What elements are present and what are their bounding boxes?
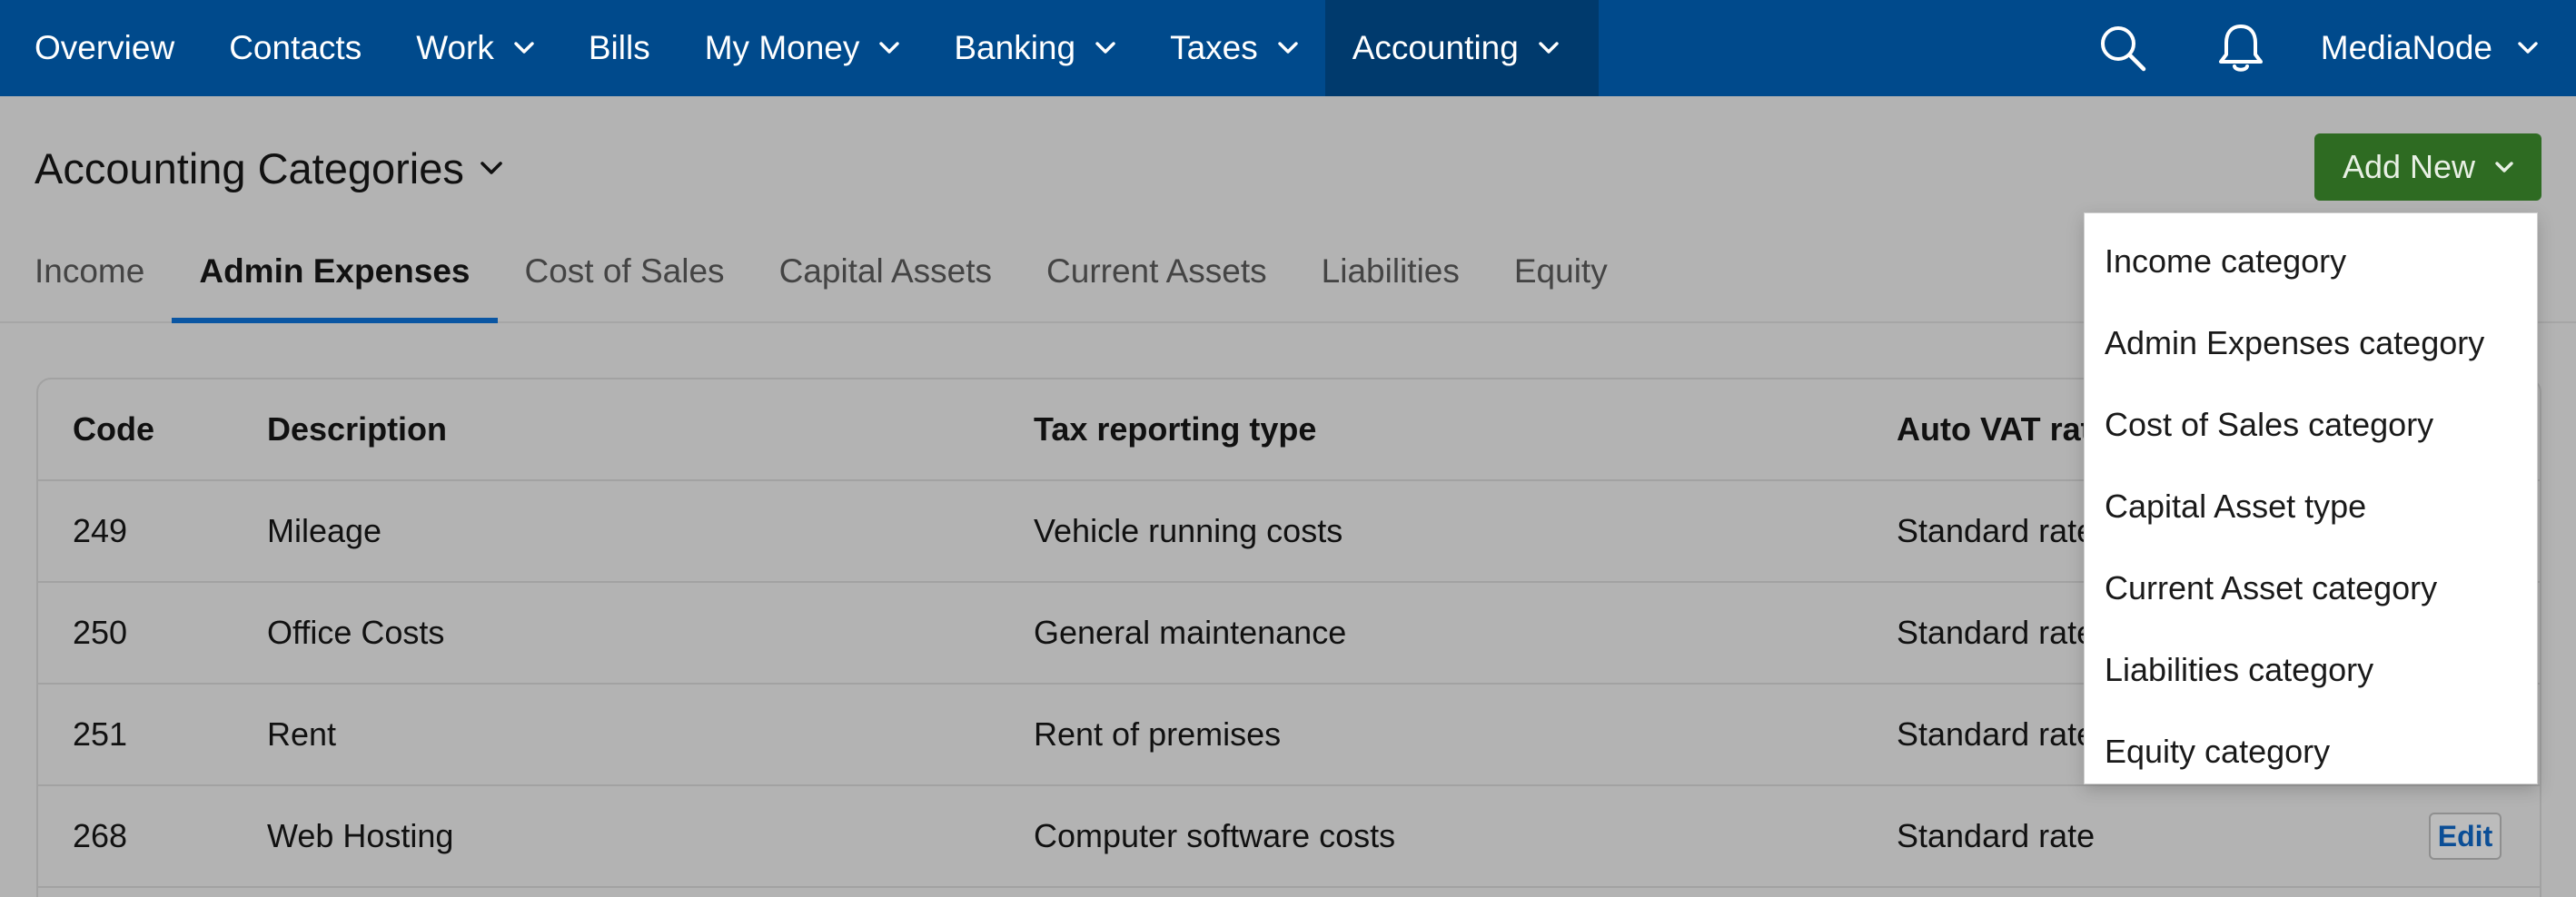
bell-icon [2218,25,2263,72]
nav-item-bills[interactable]: Bills [561,0,678,96]
tab-capital-assets[interactable]: Capital Assets [752,218,1019,321]
nav-label: Work [416,29,494,66]
chevron-down-icon [1278,42,1298,54]
chevron-down-icon [481,161,502,174]
add-new-button[interactable]: Add New [2314,133,2541,201]
cell-tax-reporting-type: Computer software costs [1034,817,1396,854]
nav-item-taxes[interactable]: Taxes [1143,0,1325,96]
tab-income[interactable]: Income [7,218,172,321]
tab-liabilities[interactable]: Liabilities [1294,218,1487,321]
column-header-description[interactable]: Description [267,410,447,448]
table-row[interactable]: 268 Web Hosting Computer software costs … [38,786,2540,888]
cell-auto-vat-rate: Standard rate [1897,715,2095,753]
menu-item-cost-of-sales-category[interactable]: Cost of Sales category [2085,384,2537,466]
page-title-selector[interactable]: Accounting Categories [35,143,502,193]
tab-cost-of-sales[interactable]: Cost of Sales [498,218,752,321]
chevron-down-icon [879,42,900,54]
nav-label: Accounting [1352,29,1519,66]
nav-label: Bills [588,29,650,66]
cell-code: 251 [73,715,128,753]
nav-item-work[interactable]: Work [389,0,561,96]
cell-description: Mileage [267,512,382,549]
nav-label: Banking [954,29,1076,66]
menu-item-equity-category[interactable]: Equity category [2085,711,2537,793]
cell-tax-reporting-type: Rent of premises [1034,715,1282,753]
cell-auto-vat-rate: Standard rate [1897,614,2095,651]
nav-label: My Money [704,29,860,66]
tab-equity[interactable]: Equity [1487,218,1635,321]
menu-item-income-category[interactable]: Income category [2085,221,2537,302]
cell-code: 250 [73,614,128,651]
nav-right-group: MediaNode [2095,0,2576,96]
menu-item-current-asset-category[interactable]: Current Asset category [2085,547,2537,629]
nav-label: Taxes [1170,29,1258,66]
nav-item-banking[interactable]: Banking [926,0,1143,96]
cell-description: Office Costs [267,614,445,651]
chevron-down-icon [514,42,534,54]
cell-tax-reporting-type: General maintenance [1034,614,1347,651]
menu-item-capital-asset-type[interactable]: Capital Asset type [2085,466,2537,547]
cell-auto-vat-rate: Standard rate [1897,512,2095,549]
page-title: Accounting Categories [35,144,464,192]
cell-description: Rent [267,715,337,753]
nav-item-contacts[interactable]: Contacts [202,0,389,96]
edit-button[interactable]: Edit [2429,813,2502,860]
search-icon [2100,26,2146,72]
nav-item-overview[interactable]: Overview [0,0,202,96]
cell-tax-reporting-type: Vehicle running costs [1034,512,1343,549]
account-menu[interactable]: MediaNode [2321,29,2538,67]
cell-auto-vat-rate: Standard rate [1897,817,2095,854]
account-name: MediaNode [2320,29,2492,66]
nav-item-my-money[interactable]: My Money [678,0,927,96]
chevron-down-icon [2495,161,2513,172]
chevron-down-icon [1539,42,1559,54]
top-navigation: Overview Contacts Work Bills My Money Ba… [0,0,2576,96]
add-new-label: Add New [2342,148,2476,185]
menu-item-liabilities-category[interactable]: Liabilities category [2085,629,2537,711]
cell-description: Web Hosting [267,817,454,854]
chevron-down-icon [2518,42,2538,54]
column-header-auto-vat-rate[interactable]: Auto VAT rate [1897,410,2110,448]
menu-item-admin-expenses-category[interactable]: Admin Expenses category [2085,302,2537,384]
cell-code: 249 [73,512,128,549]
cell-code: 268 [73,817,128,854]
column-header-tax-reporting-type[interactable]: Tax reporting type [1034,410,1316,448]
column-header-code[interactable]: Code [73,410,154,448]
nav-label: Overview [35,29,175,66]
add-new-dropdown-menu: Income category Admin Expenses category … [2084,212,2538,784]
tab-admin-expenses[interactable]: Admin Expenses [172,218,498,323]
nav-label: Contacts [229,29,362,66]
chevron-down-icon [1095,42,1115,54]
notifications-button[interactable] [2214,21,2268,75]
nav-item-accounting[interactable]: Accounting [1324,0,1599,96]
search-button[interactable] [2095,21,2150,75]
tab-current-assets[interactable]: Current Assets [1019,218,1294,321]
